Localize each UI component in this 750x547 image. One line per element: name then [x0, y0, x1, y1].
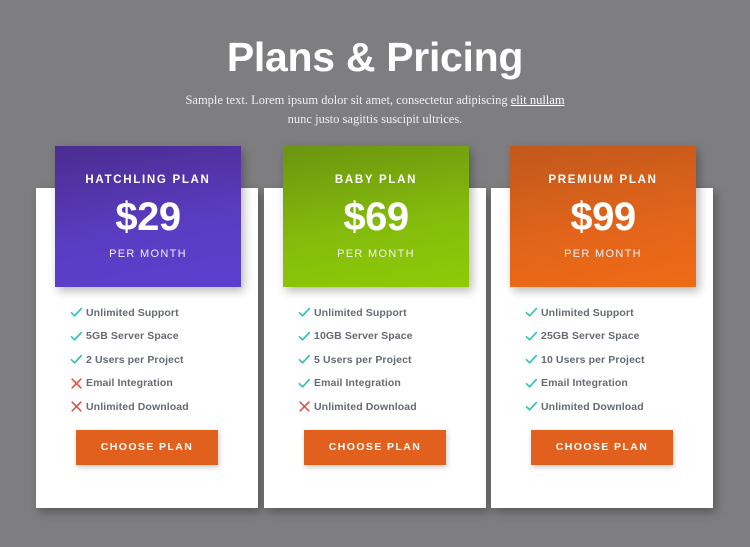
feature-item: 10 Users per Project: [491, 348, 713, 372]
feature-item: 2 Users per Project: [36, 348, 258, 372]
plan-price: $69: [343, 195, 409, 239]
feature-item: 25GB Server Space: [491, 325, 713, 349]
feature-item: Unlimited Support: [36, 301, 258, 325]
pricing-cards: Hatchling Plan $29 Per Month Unlimited S…: [0, 146, 750, 526]
check-icon: [525, 353, 541, 366]
plan-period: Per Month: [109, 248, 187, 260]
subtitle-line-2: nunc justo sagittis suscipit ultrices.: [287, 112, 463, 127]
feature-item: 5 Users per Project: [264, 348, 486, 372]
pricing-card-premium: Premium Plan $99 Per Month Unlimited Sup…: [491, 146, 718, 508]
feature-item: Email Integration: [491, 372, 713, 396]
feature-label: 5 Users per Project: [314, 353, 412, 366]
plan-price: $99: [570, 195, 636, 239]
check-icon: [525, 377, 541, 390]
feature-label: Unlimited Support: [86, 306, 179, 319]
check-icon: [525, 306, 541, 319]
feature-item: Unlimited Support: [264, 301, 486, 325]
check-icon: [298, 330, 314, 343]
feature-label: Unlimited Download: [541, 400, 644, 413]
check-icon: [298, 353, 314, 366]
plan-name: Hatchling Plan: [85, 174, 211, 186]
subtitle-text: Sample text. Lorem ipsum dolor sit amet,…: [185, 93, 511, 108]
plan-name: Baby Plan: [334, 174, 418, 186]
pricing-card-hatchling: Hatchling Plan $29 Per Month Unlimited S…: [36, 146, 263, 508]
feature-item: Email Integration: [36, 372, 258, 396]
feature-item: Unlimited Download: [491, 395, 713, 419]
feature-label: Email Integration: [541, 377, 628, 390]
check-icon: [70, 306, 86, 319]
page-title: Plans & Pricing: [226, 34, 524, 80]
check-icon: [70, 353, 86, 366]
pricing-card-baby: Baby Plan $69 Per Month Unlimited Suppor…: [264, 146, 491, 508]
choose-plan-button[interactable]: Choose Plan: [531, 430, 673, 465]
cta-container: Choose Plan: [264, 430, 486, 465]
cta-container: Choose Plan: [491, 430, 713, 465]
check-icon: [298, 377, 314, 390]
check-icon: [298, 306, 314, 319]
feature-item: Unlimited Support: [491, 301, 713, 325]
cross-icon: [298, 400, 314, 413]
feature-label: Unlimited Download: [314, 400, 417, 413]
feature-label: 10GB Server Space: [314, 330, 413, 343]
feature-item: Unlimited Download: [36, 395, 258, 419]
check-icon: [70, 330, 86, 343]
cross-icon: [70, 400, 86, 413]
card-header: Hatchling Plan $29 Per Month: [55, 146, 241, 287]
feature-label: Unlimited Support: [314, 306, 407, 319]
feature-label: 5GB Server Space: [86, 330, 179, 343]
feature-item: Unlimited Download: [264, 395, 486, 419]
subtitle-link[interactable]: elit nullam: [511, 93, 565, 107]
feature-label: Email Integration: [86, 377, 173, 390]
cross-icon: [70, 377, 86, 390]
card-header: Premium Plan $99 Per Month: [510, 146, 696, 287]
feature-item: Email Integration: [264, 372, 486, 396]
feature-list: Unlimited Support 25GB Server Space 10 Use…: [491, 301, 713, 419]
feature-label: 25GB Server Space: [541, 330, 640, 343]
plan-name: Premium Plan: [548, 174, 658, 186]
feature-list: Unlimited Support 5GB Server Space 2 Users…: [36, 301, 258, 419]
card-header: Baby Plan $69 Per Month: [283, 146, 469, 287]
plan-price: $29: [115, 195, 181, 239]
plan-period: Per Month: [337, 248, 415, 260]
page-header: Plans & Pricing Sample text. Lorem ipsum…: [0, 0, 750, 129]
feature-label: 10 Users per Project: [541, 353, 645, 366]
plan-period: Per Month: [564, 248, 642, 260]
subtitle-line-1: Sample text. Lorem ipsum dolor sit amet,…: [0, 91, 750, 110]
feature-item: 10GB Server Space: [264, 325, 486, 349]
feature-label: 2 Users per Project: [86, 353, 184, 366]
feature-item: 5GB Server Space: [36, 325, 258, 349]
check-icon: [525, 330, 541, 343]
page-subtitle: Sample text. Lorem ipsum dolor sit amet,…: [0, 81, 750, 129]
choose-plan-button[interactable]: Choose Plan: [304, 430, 446, 465]
feature-label: Unlimited Support: [541, 306, 634, 319]
check-icon: [525, 400, 541, 413]
feature-list: Unlimited Support 10GB Server Space 5 User…: [264, 301, 486, 419]
choose-plan-button[interactable]: Choose Plan: [76, 430, 218, 465]
feature-label: Unlimited Download: [86, 400, 189, 413]
feature-label: Email Integration: [314, 377, 401, 390]
cta-container: Choose Plan: [36, 430, 258, 465]
